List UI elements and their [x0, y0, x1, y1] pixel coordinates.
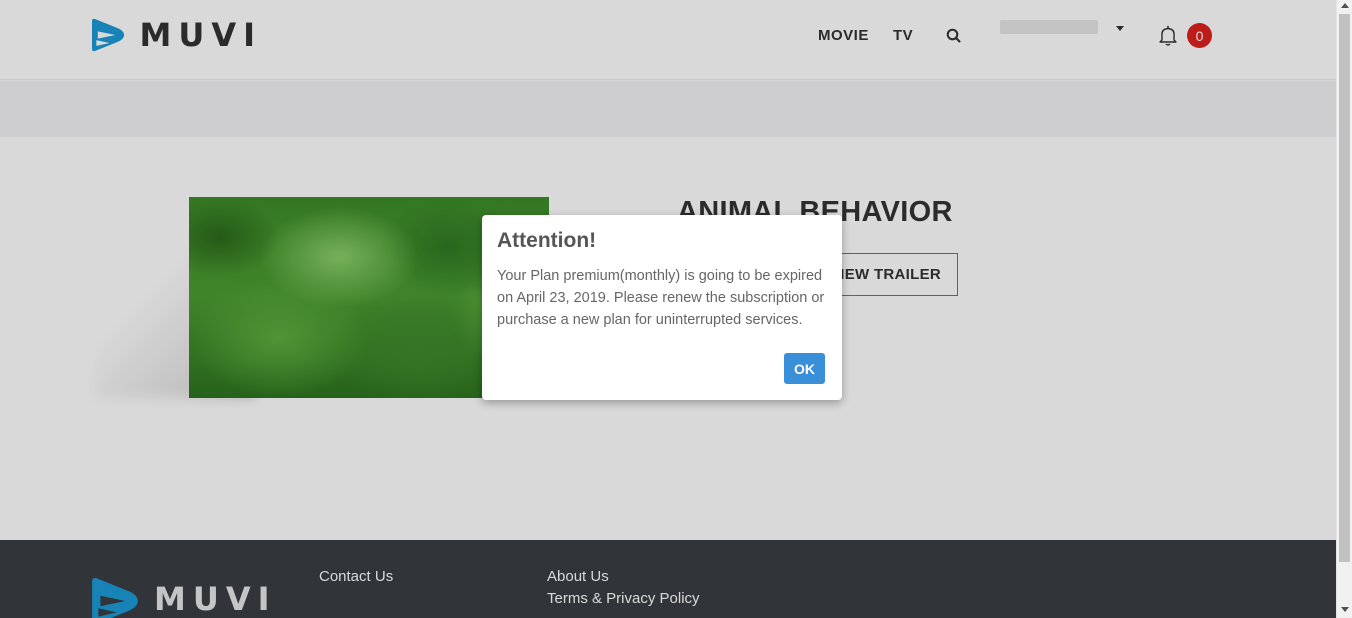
dialog-message: Your Plan premium(monthly) is going to b…	[497, 268, 825, 328]
scrollbar-thumb[interactable]	[1339, 14, 1350, 562]
scroll-up-arrow-icon[interactable]	[1341, 3, 1349, 8]
vertical-scrollbar[interactable]	[1336, 0, 1352, 618]
scroll-down-arrow-icon[interactable]	[1341, 607, 1349, 612]
attention-dialog: Attention! Your Plan premium(monthly) is…	[482, 215, 842, 400]
dialog-title: Attention!	[497, 229, 597, 252]
ok-button[interactable]: OK	[784, 353, 825, 384]
page: MUVI MOVIE TV 0 ANIMAL BEHAVIOR VIEW TRA…	[0, 0, 1336, 618]
